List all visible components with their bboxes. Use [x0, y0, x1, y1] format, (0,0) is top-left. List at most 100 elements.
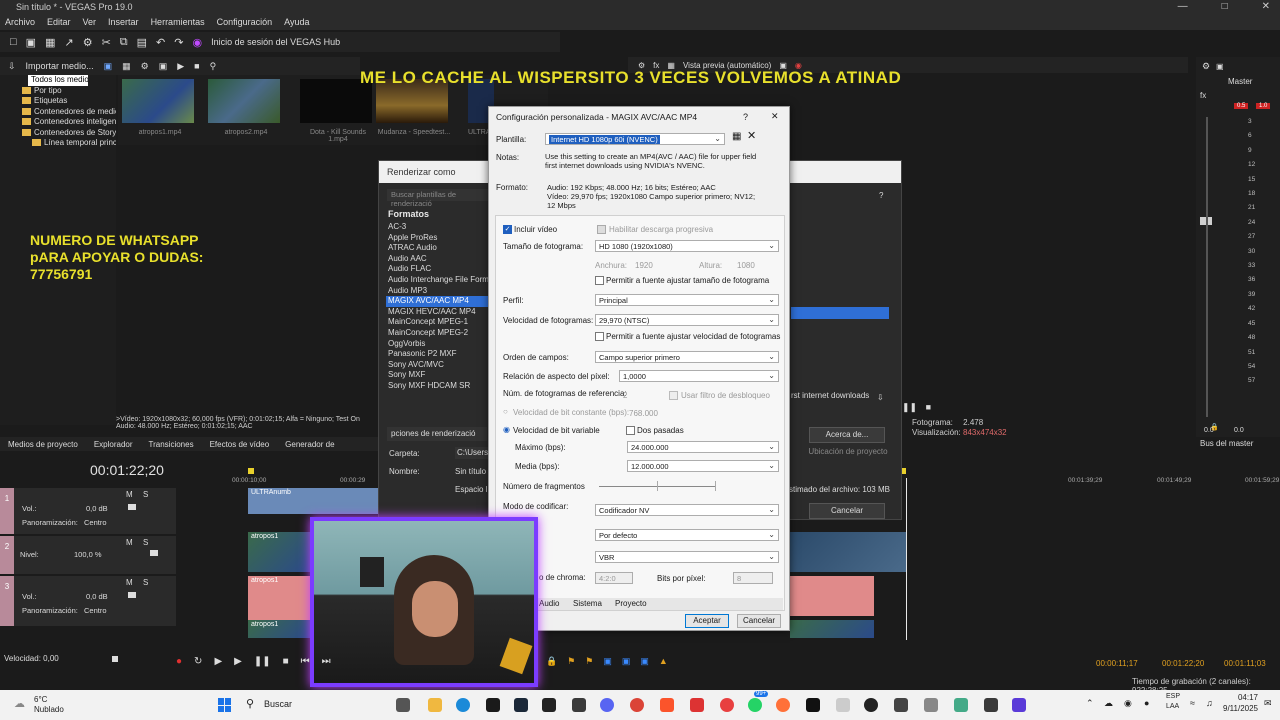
- format-item[interactable]: Audio AAC: [386, 254, 490, 265]
- lock-icon[interactable]: 🔒: [546, 656, 557, 667]
- preset-dropdown[interactable]: Por defecto ⌄: [595, 529, 779, 541]
- field-order-dropdown[interactable]: Campo superior primero ⌄: [595, 351, 779, 363]
- cut-icon[interactable]: ✂: [102, 36, 111, 49]
- chroma-dropdown[interactable]: 4:2:0: [595, 572, 633, 584]
- dialog-help-button[interactable]: ?: [743, 112, 748, 122]
- format-item[interactable]: AC-3: [386, 222, 490, 233]
- menu-ayuda[interactable]: Ayuda: [284, 17, 309, 27]
- wifi-icon[interactable]: ≈: [1190, 698, 1195, 708]
- folder-input[interactable]: C:\Users\: [455, 447, 490, 459]
- format-item[interactable]: OggVorbis: [386, 339, 490, 350]
- format-item[interactable]: MAGIX HEVC/AAC MP4: [386, 307, 490, 318]
- play-start-icon[interactable]: ▶: [214, 656, 222, 667]
- discord-icon[interactable]: [600, 698, 614, 712]
- tree-item-media-bins[interactable]: Contenedores de medios: [0, 107, 116, 118]
- import-icon[interactable]: ⇩: [8, 61, 16, 72]
- format-item[interactable]: Sony AVC/MVC: [386, 360, 490, 371]
- solo-button[interactable]: S: [143, 490, 148, 499]
- max-bitrate-dropdown[interactable]: 24.000.000 ⌄: [627, 441, 779, 453]
- save-icon[interactable]: ▦: [45, 36, 55, 49]
- track-header-audio-1[interactable]: 1 Vol.: 0,0 dB Panoramización: Centro M …: [0, 488, 176, 534]
- tab-system[interactable]: Sistema: [573, 599, 602, 608]
- notifications-icon[interactable]: ✉: [1264, 698, 1272, 709]
- project-location-button[interactable]: Ubicación de proyecto: [803, 447, 893, 461]
- template-info-icon[interactable]: ⇩: [877, 393, 884, 402]
- progressive-download-checkbox[interactable]: [597, 225, 606, 234]
- tab-project[interactable]: Proyecto: [615, 599, 647, 608]
- name-input[interactable]: Sin título: [455, 467, 486, 476]
- keyboard-layout[interactable]: LAA: [1166, 703, 1179, 710]
- media-thumbnail[interactable]: atropos2.mp4: [208, 79, 284, 141]
- minimize-icon[interactable]: —: [1178, 1, 1188, 12]
- format-item[interactable]: Audio MP3: [386, 286, 490, 297]
- format-item[interactable]: ATRAC Audio: [386, 243, 490, 254]
- pause-icon[interactable]: ❚❚: [902, 402, 917, 412]
- track-header-video-2[interactable]: 2 Nivel: 100,0 % M S: [0, 536, 176, 574]
- format-item[interactable]: MainConcept MPEG-1: [386, 317, 490, 328]
- new-file-icon[interactable]: □: [10, 36, 17, 48]
- media-icon[interactable]: ▣: [104, 61, 113, 72]
- opera-icon[interactable]: [720, 698, 734, 712]
- tray-icon[interactable]: ◉: [1124, 698, 1132, 709]
- dialog-close-button[interactable]: ✕: [771, 111, 779, 122]
- master-fx-icon[interactable]: fx: [1200, 91, 1206, 100]
- properties-icon[interactable]: ⚙: [83, 36, 93, 49]
- app-icon[interactable]: [690, 698, 704, 712]
- stop-icon[interactable]: ■: [283, 656, 289, 667]
- app-icon[interactable]: [486, 698, 500, 712]
- ok-button[interactable]: Aceptar: [685, 614, 729, 628]
- tree-item-smart-bins[interactable]: Contenedores inteligentes: [0, 117, 116, 128]
- solo-button[interactable]: S: [143, 538, 148, 547]
- save-template-icon[interactable]: ▦: [732, 131, 741, 142]
- encoder-dropdown[interactable]: Codificador NV ⌄: [595, 504, 779, 516]
- format-item[interactable]: Audio FLAC: [386, 264, 490, 275]
- volume-fader[interactable]: [128, 504, 136, 510]
- cbr-input[interactable]: 768.000: [629, 409, 658, 418]
- tab-generators[interactable]: Generador de: [285, 440, 334, 449]
- media-thumbnail[interactable]: Mudanza - Speedtest...: [376, 79, 452, 141]
- allow-fps-checkbox[interactable]: [595, 332, 604, 341]
- height-input[interactable]: 1080: [737, 261, 755, 270]
- cbr-radio[interactable]: ○: [503, 407, 508, 416]
- pixel-aspect-dropdown[interactable]: 1,0000 ⌄: [619, 370, 779, 382]
- tab-transitions[interactable]: Transiciones: [149, 440, 194, 449]
- audio-clip[interactable]: ULTRAnumb: [248, 488, 378, 514]
- render-icon[interactable]: ↗: [64, 36, 73, 49]
- app-icon[interactable]: [542, 698, 556, 712]
- format-item[interactable]: Panasonic P2 MXF: [386, 349, 490, 360]
- firefox-icon[interactable]: [776, 698, 790, 712]
- playhead[interactable]: [906, 478, 907, 640]
- whatsapp-icon[interactable]: [748, 698, 762, 712]
- format-item[interactable]: MAGIX AVC/AAC MP4: [386, 296, 490, 307]
- render-options-toggle[interactable]: pciones de renderizació: [387, 427, 487, 441]
- tiktok-icon[interactable]: [806, 698, 820, 712]
- menu-editar[interactable]: Editar: [47, 17, 71, 27]
- tree-item-tags[interactable]: Etiquetas: [0, 96, 116, 107]
- video-clip[interactable]: atropos1: [248, 532, 310, 572]
- menu-insertar[interactable]: Insertar: [108, 17, 139, 27]
- allow-frame-size-checkbox[interactable]: [595, 276, 604, 285]
- tree-item-by-type[interactable]: Por tipo: [0, 86, 116, 97]
- two-pass-checkbox[interactable]: [626, 426, 635, 435]
- mute-button[interactable]: M: [126, 578, 133, 587]
- snap-icon[interactable]: ▣: [603, 656, 612, 667]
- clock-date[interactable]: 9/11/2025: [1218, 704, 1258, 713]
- loop-icon[interactable]: ↻: [194, 656, 202, 667]
- import-media-button[interactable]: Importar medio...: [26, 61, 94, 71]
- file-explorer-icon[interactable]: [428, 698, 442, 712]
- render-cancel-button[interactable]: Cancelar: [809, 503, 885, 519]
- app-icon[interactable]: [984, 698, 998, 712]
- include-video-checkbox[interactable]: ✓: [503, 225, 512, 234]
- media-thumbnail[interactable]: atropos1.mp4: [122, 79, 198, 141]
- audio-clip[interactable]: [790, 576, 874, 616]
- delete-template-icon[interactable]: ✕: [747, 129, 756, 142]
- brave-icon[interactable]: [660, 698, 674, 712]
- volume-fader[interactable]: [128, 592, 136, 598]
- chrome-icon[interactable]: [630, 698, 644, 712]
- selected-template-row[interactable]: [791, 307, 889, 319]
- go-end-icon[interactable]: ⏭: [322, 656, 331, 667]
- maximize-icon[interactable]: □: [1222, 1, 1228, 12]
- search-icon[interactable]: ⚲: [246, 697, 254, 710]
- video-clip[interactable]: atropos1: [248, 620, 310, 638]
- tab-video-effects[interactable]: Efectos de vídeo: [210, 440, 270, 449]
